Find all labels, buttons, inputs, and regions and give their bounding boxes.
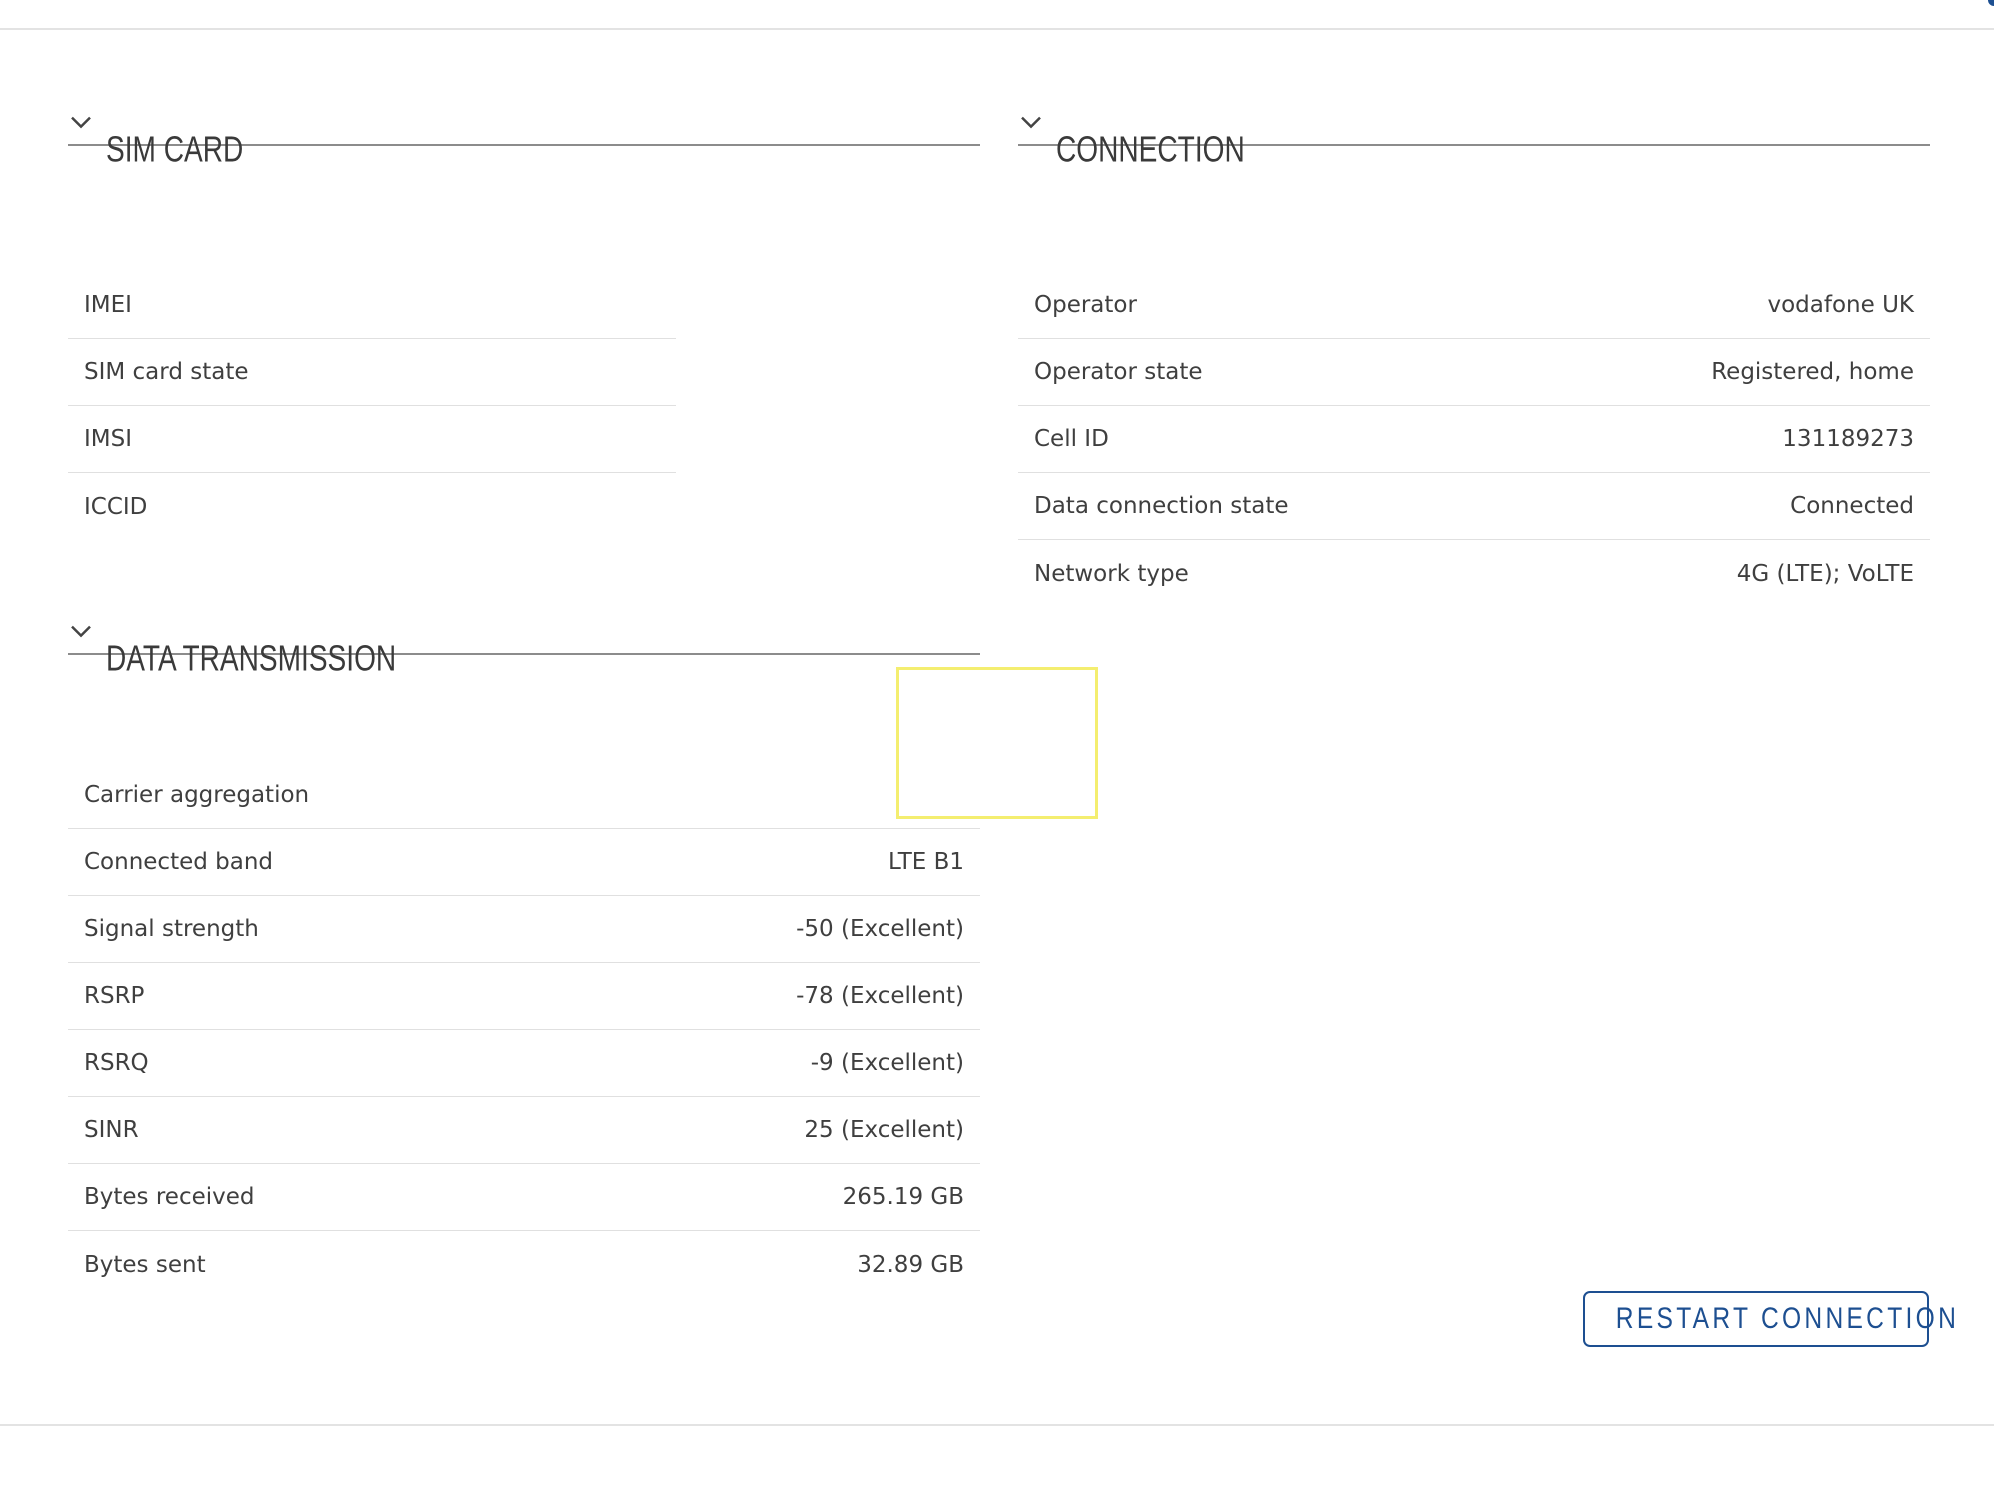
row-value: 4G (LTE); VoLTE <box>1736 560 1914 587</box>
row-label: Cell ID <box>1034 426 1109 452</box>
chevron-down-icon[interactable] <box>70 116 91 130</box>
row-label: SINR <box>84 1117 139 1143</box>
row-value: -9 (Excellent) <box>810 1050 964 1076</box>
data-transmission-section: DATA TRANSMISSION Carrier aggregation Co… <box>68 593 980 1278</box>
chevron-down-icon[interactable] <box>1020 116 1041 130</box>
connection-section: CONNECTION Operator vodafone UK Operator … <box>1018 84 1930 587</box>
list-item: Operator state Registered, home <box>1018 339 1930 406</box>
list-item: IMEI <box>68 272 676 339</box>
row-label: Data connection state <box>1034 493 1289 519</box>
sim-card-header[interactable]: SIM CARD <box>68 84 980 169</box>
list-item: Bytes sent 32.89 GB <box>68 1231 980 1298</box>
row-label: SIM card state <box>84 359 249 385</box>
bottom-divider <box>0 1424 1994 1426</box>
row-value: vodafone UK <box>1767 292 1914 318</box>
list-item: RSRQ -9 (Excellent) <box>68 1030 980 1097</box>
list-item: Signal strength -50 (Excellent) <box>68 896 980 963</box>
chevron-down-icon[interactable] <box>70 625 91 639</box>
data-transmission-header[interactable]: DATA TRANSMISSION <box>68 593 980 678</box>
row-label: RSRQ <box>84 1050 149 1076</box>
connection-header[interactable]: CONNECTION <box>1018 84 1930 169</box>
list-item: Operator vodafone UK <box>1018 272 1930 339</box>
row-value: 25 (Excellent) <box>804 1117 964 1143</box>
list-item: ICCID <box>68 473 676 540</box>
row-label: Bytes sent <box>84 1251 206 1278</box>
sim-card-list: IMEI SIM card state IMSI ICCID <box>68 272 676 540</box>
row-label: Carrier aggregation <box>84 782 310 808</box>
corner-indicator <box>1988 0 1994 6</box>
section-title: SIM CARD <box>106 128 244 170</box>
row-label: Signal strength <box>84 916 259 942</box>
row-value: LTE B1 <box>888 849 964 875</box>
connection-list: Operator vodafone UK Operator state Regist… <box>1018 272 1930 607</box>
row-label: Connected band <box>84 849 274 875</box>
restart-connection-button[interactable]: RESTART CONNECTION <box>1583 1291 1960 1347</box>
row-label: Operator <box>1034 292 1137 318</box>
section-title: DATA TRANSMISSION <box>106 637 397 679</box>
list-item: Data connection state Connected <box>1018 473 1930 540</box>
highlight-box <box>896 667 1098 819</box>
list-item: Cell ID 131189273 <box>1018 406 1930 473</box>
list-item: Carrier aggregation <box>68 762 980 829</box>
row-value: Connected <box>1790 493 1914 519</box>
row-label: Network type <box>1034 560 1189 587</box>
row-value: 32.89 GB <box>857 1251 964 1278</box>
row-value: 131189273 <box>1782 426 1914 452</box>
sim-card-section: SIM CARD IMEI SIM card state IMSI ICCID <box>68 84 980 520</box>
row-label: ICCID <box>84 493 148 520</box>
top-divider <box>0 28 1994 30</box>
list-item: Connected band LTE B1 <box>68 829 980 896</box>
restart-connection-label: RESTART CONNECTION <box>1615 1302 1960 1335</box>
list-item: SIM card state <box>68 339 676 406</box>
row-label: RSRP <box>84 983 145 1009</box>
list-item: SINR 25 (Excellent) <box>68 1097 980 1164</box>
list-item: Network type 4G (LTE); VoLTE <box>1018 540 1930 607</box>
section-title: CONNECTION <box>1056 128 1245 170</box>
row-value: -50 (Excellent) <box>796 916 964 942</box>
row-label: IMSI <box>84 426 133 452</box>
list-item: RSRP -78 (Excellent) <box>68 963 980 1030</box>
row-label: Bytes received <box>84 1184 255 1210</box>
data-transmission-list: Carrier aggregation Connected band LTE B1… <box>68 762 980 1298</box>
row-value: -78 (Excellent) <box>796 983 964 1009</box>
row-label: Operator state <box>1034 359 1203 385</box>
row-value: 265.19 GB <box>842 1184 964 1210</box>
list-item: Bytes received 265.19 GB <box>68 1164 980 1231</box>
row-label: IMEI <box>84 292 132 318</box>
list-item: IMSI <box>68 406 676 473</box>
row-value: Registered, home <box>1711 359 1914 385</box>
